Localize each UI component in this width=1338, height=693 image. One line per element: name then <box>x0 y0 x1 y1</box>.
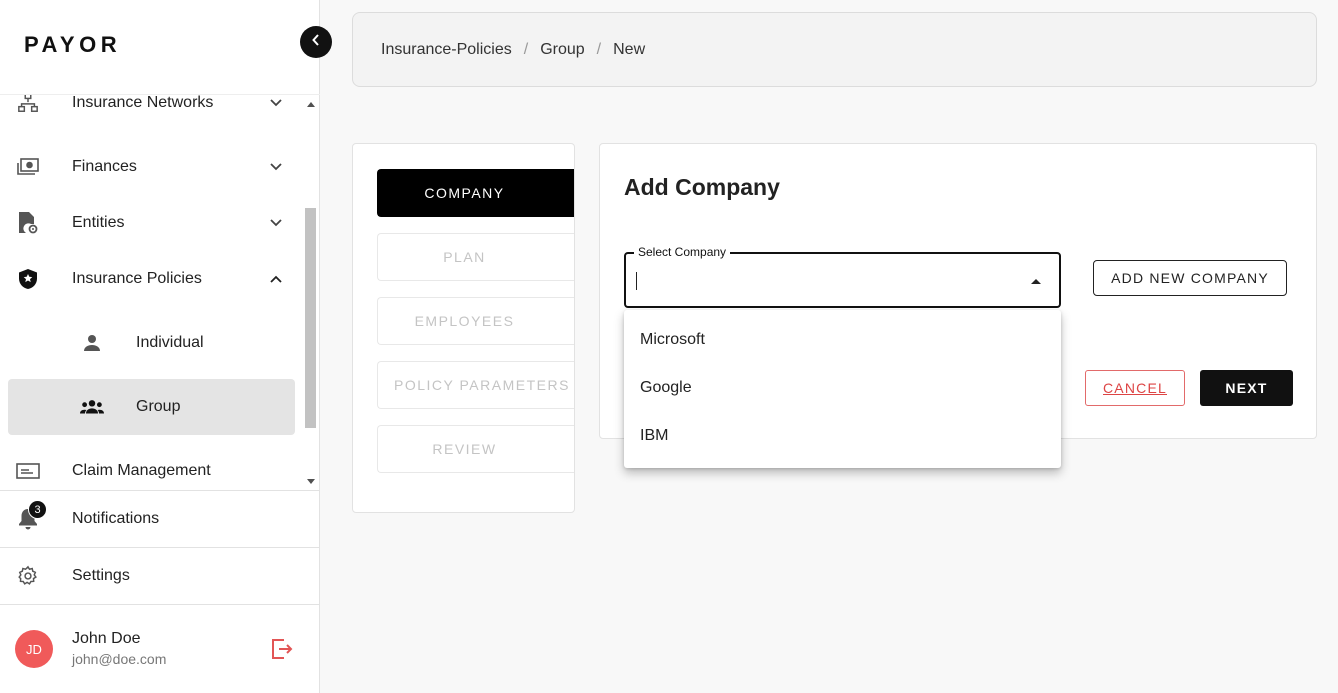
gear-icon <box>16 564 40 588</box>
select-company-label: Select Company <box>634 245 731 259</box>
group-icon <box>80 395 104 419</box>
notification-badge: 3 <box>28 500 47 519</box>
app-logo: PAYOR <box>24 32 122 57</box>
logout-icon[interactable] <box>270 637 294 661</box>
scroll-down-icon[interactable] <box>307 479 315 484</box>
sidebar-item-entities[interactable]: Entities <box>8 195 295 251</box>
sidebar-item-settings[interactable]: Settings <box>0 547 320 604</box>
breadcrumb-separator: / <box>523 40 529 58</box>
step-label: REVIEW <box>432 441 497 457</box>
add-new-company-button[interactable]: ADD NEW COMPANY <box>1093 260 1287 296</box>
step-review[interactable]: REVIEW <box>377 425 574 473</box>
stepper: COMPANY PLAN EMPLOYEES POLICY PARAMETERS… <box>352 143 575 513</box>
cancel-button[interactable]: CANCEL <box>1085 370 1185 406</box>
chevron-down-icon <box>269 160 283 174</box>
sidebar-item-label: Group <box>136 398 181 415</box>
sidebar-item-individual[interactable]: Individual <box>8 315 295 371</box>
chevron-down-icon <box>269 216 283 230</box>
shield-icon <box>16 267 40 291</box>
sidebar-item-label: Individual <box>136 334 204 351</box>
user-profile: JD John Doe john@doe.com <box>0 604 320 693</box>
file-settings-icon <box>16 211 40 235</box>
next-button[interactable]: NEXT <box>1200 370 1293 406</box>
sidebar-item-finances[interactable]: Finances <box>8 139 295 195</box>
sidebar-item-label: Insurance Networks <box>72 94 214 111</box>
sidebar-scrollbar[interactable] <box>304 96 318 488</box>
collapse-sidebar-button[interactable] <box>300 26 332 58</box>
chevron-down-icon <box>269 96 283 110</box>
breadcrumb-separator: / <box>596 40 602 58</box>
company-dropdown-menu: Microsoft Google IBM <box>624 310 1061 468</box>
sidebar-item-notifications[interactable]: Notifications <box>0 490 320 547</box>
step-label: EMPLOYEES <box>414 313 515 329</box>
card-icon <box>16 459 40 483</box>
dropdown-option-microsoft[interactable]: Microsoft <box>624 316 1061 364</box>
dropdown-option-google[interactable]: Google <box>624 364 1061 412</box>
user-name: John Doe <box>72 630 141 647</box>
sidebar-item-label: Finances <box>72 158 137 175</box>
sidebar-item-group[interactable]: Group <box>8 379 295 435</box>
step-policy-parameters[interactable]: POLICY PARAMETERS <box>377 361 574 409</box>
breadcrumb-current: New <box>613 40 646 58</box>
form-title: Add Company <box>624 174 780 200</box>
chevron-up-icon <box>269 272 283 286</box>
select-company-field[interactable]: Select Company <box>624 245 1061 308</box>
text-cursor <box>636 272 637 290</box>
sidebar-item-label: Notifications <box>72 510 160 527</box>
scrollbar-thumb[interactable] <box>305 208 316 428</box>
dropdown-arrow-up-icon[interactable] <box>1031 279 1041 284</box>
sidebar-item-insurance-networks[interactable]: Insurance Networks <box>8 94 295 131</box>
chevron-left-icon <box>312 33 320 51</box>
scroll-up-icon[interactable] <box>307 102 315 107</box>
sidebar-item-claim-management[interactable]: Claim Management <box>8 443 295 490</box>
sidebar-item-label: Entities <box>72 214 125 231</box>
avatar: JD <box>15 630 53 668</box>
breadcrumb: Insurance-Policies / Group / New <box>352 12 1317 87</box>
step-label: PLAN <box>443 249 486 265</box>
select-company-input[interactable] <box>638 268 1018 292</box>
sidebar-item-label: Claim Management <box>72 462 211 479</box>
step-label: POLICY PARAMETERS <box>394 377 570 393</box>
sidebar-item-label: Settings <box>72 567 130 584</box>
step-plan[interactable]: PLAN <box>377 233 574 281</box>
step-label: COMPANY <box>424 185 505 201</box>
step-employees[interactable]: EMPLOYEES <box>377 297 574 345</box>
person-icon <box>80 331 104 355</box>
user-email: john@doe.com <box>72 651 167 667</box>
money-icon <box>16 155 40 179</box>
sidebar: PAYOR Insurance Networks Finances Entiti… <box>0 0 320 693</box>
sidebar-item-insurance-policies[interactable]: Insurance Policies <box>8 251 295 307</box>
breadcrumb-item[interactable]: Insurance-Policies <box>381 41 512 59</box>
network-icon <box>16 95 40 115</box>
sidebar-item-label: Insurance Policies <box>72 270 202 287</box>
step-company[interactable]: COMPANY <box>377 169 574 217</box>
breadcrumb-item[interactable]: Group <box>540 41 584 59</box>
sidebar-nav: Insurance Networks Finances Entities Ins… <box>0 94 320 490</box>
dropdown-option-ibm[interactable]: IBM <box>624 412 1061 460</box>
